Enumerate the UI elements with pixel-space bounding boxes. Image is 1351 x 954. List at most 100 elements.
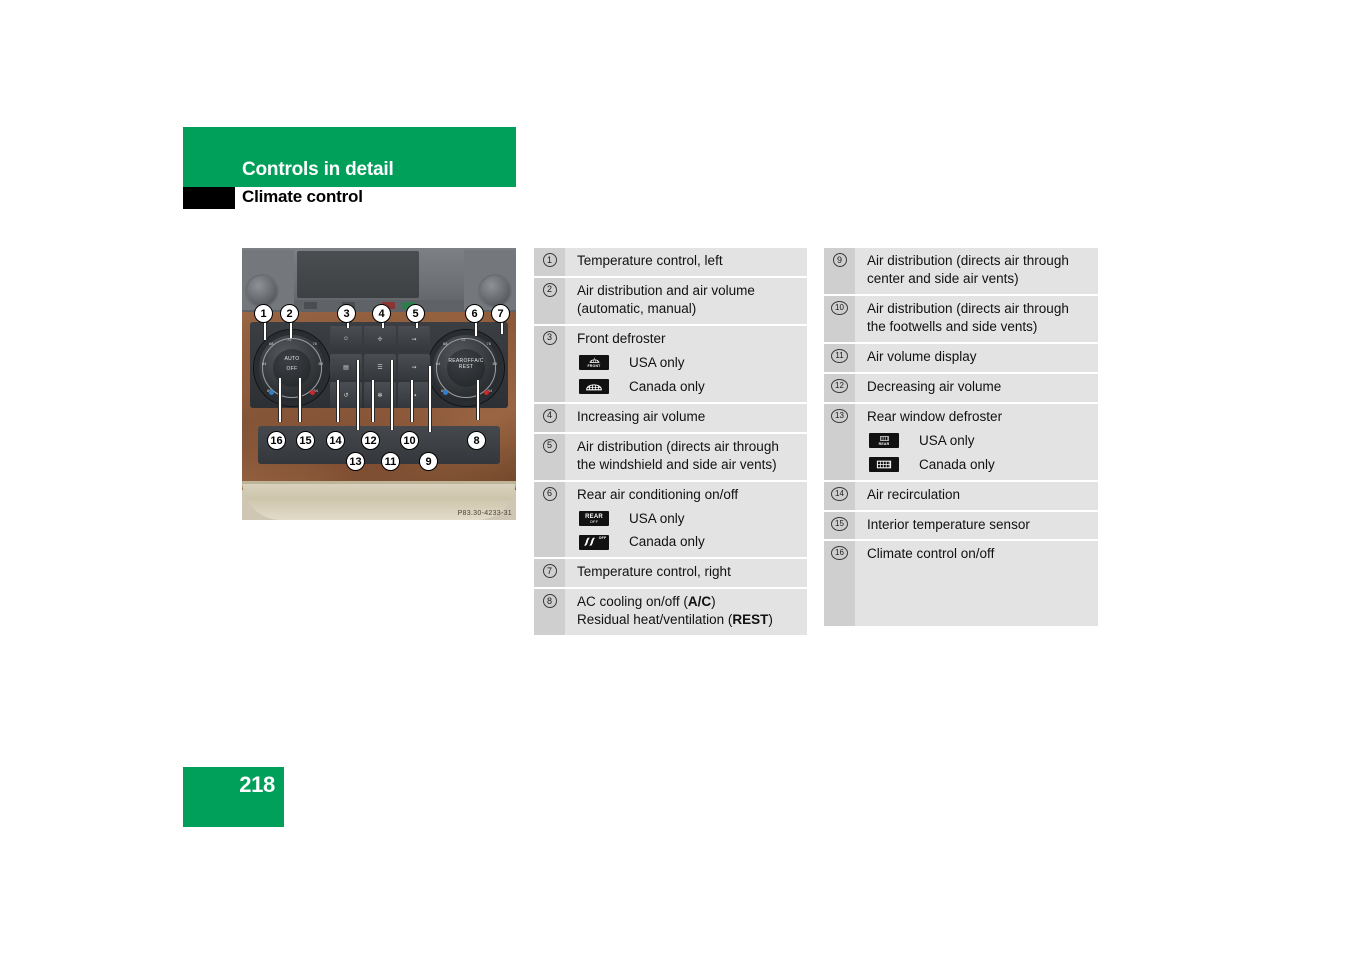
legend-variant: REAR USA only — [867, 432, 1090, 450]
legend-number-cell: 5 — [534, 433, 565, 480]
legend-number: 1 — [542, 253, 557, 267]
callout-6[interactable]: 6 — [465, 304, 484, 323]
legend-line: Air distribution (directs air through — [577, 438, 779, 454]
callout-8[interactable]: 8 — [467, 431, 486, 450]
legend-text-cell: Air volume display — [855, 344, 1098, 372]
legend-line: Climate control on/off — [867, 546, 995, 562]
callout-5[interactable]: 5 — [406, 304, 425, 323]
legend-row: 13 Rear window defroster REAR USA only C… — [824, 403, 1098, 482]
front-defroster-usa-icon: FRONT — [579, 355, 609, 371]
warm-indicator-dot — [310, 390, 315, 395]
center-vent-button-icon: ⇝ — [398, 354, 430, 380]
legend-line: Residual heat/ventilation (REST) — [577, 612, 773, 628]
legend-number: 2 — [542, 282, 557, 297]
callout-1[interactable]: 1 — [254, 304, 273, 323]
legend-number: 8 — [542, 594, 557, 609]
legend-text-cell: Front defroster FRONT USA only Canada on… — [565, 326, 807, 402]
legend-number-cell: 7 — [534, 559, 565, 588]
temperature-knob-right: 68 72 76 64 80 60 84 REAROFFA/CREST — [428, 330, 504, 406]
legend-line: Air distribution (directs air through — [867, 253, 1069, 268]
air-volume-up-button-icon: ✢ — [364, 326, 396, 352]
legend-row: 12 Decreasing air volume — [824, 373, 1098, 404]
legend-row: 7 Temperature control, right — [534, 559, 807, 590]
callout-16[interactable]: 16 — [267, 431, 286, 450]
footwell-vent-button-icon: ⇝ — [398, 382, 430, 408]
legend-number: 6 — [542, 486, 557, 501]
legend-row: 2 Air distribution and air volume (autom… — [534, 277, 807, 326]
rear-defroster-canada-icon — [869, 457, 899, 473]
callout-10[interactable]: 10 — [400, 431, 419, 450]
legend-row: 8 AC cooling on/off (A/C) Residual heat/… — [534, 589, 807, 636]
legend-row: 3 Front defroster FRONT USA only Canada … — [534, 325, 807, 404]
legend-number-cell: 3 — [534, 325, 565, 402]
legend-number: 4 — [542, 408, 557, 423]
page-header: Controls in detail Climate control — [183, 127, 516, 213]
page-number-box: 218 — [183, 767, 284, 827]
rear-ac-canada-icon: OFF — [579, 534, 609, 550]
front-defroster-canada-icon — [579, 379, 609, 395]
climate-control-figure: 68 72 76 64 80 60 84 AUTOOFF 68 72 76 64… — [242, 248, 516, 520]
legend-line: the footwells and side vents) — [867, 318, 1038, 334]
legend-line: Air volume display — [867, 348, 977, 364]
legend-number-cell: 8 — [534, 589, 565, 636]
legend-number: 9 — [832, 253, 847, 267]
cold-indicator-dot-right — [443, 390, 448, 395]
legend-line: the windshield and side air vents) — [577, 456, 777, 472]
legend-line: Decreasing air volume — [867, 378, 1002, 394]
legend-row: 10 Air distribution (directs air through… — [824, 295, 1098, 344]
legend-number: 10 — [831, 300, 848, 315]
legend-row: 6 Rear air conditioning on/off REAR OFF … — [534, 481, 807, 560]
callout-9[interactable]: 9 — [419, 452, 438, 471]
legend-number-cell: 11 — [824, 343, 855, 372]
legend-number: 12 — [831, 378, 848, 393]
windshield-vent-button-icon: ⇝ — [398, 326, 430, 352]
callout-7[interactable]: 7 — [491, 304, 510, 323]
legend-variant: Canada only — [577, 378, 799, 396]
center-display-screen — [297, 251, 419, 298]
callout-15[interactable]: 15 — [296, 431, 315, 450]
right-rotary-knob — [478, 274, 512, 308]
legend-line: Rear air conditioning on/off — [577, 486, 739, 502]
legend-line: (automatic, manual) — [577, 300, 697, 316]
legend-text-cell: Temperature control, right — [565, 559, 807, 587]
radio-chip-1 — [304, 302, 317, 309]
legend-number-cell: 16 — [824, 541, 855, 627]
legend-variant: Canada only — [867, 456, 1090, 474]
legend-variant: REAR OFF USA only — [577, 510, 799, 528]
legend-column-1: 1 Temperature control, left 2 Air distri… — [534, 248, 807, 636]
legend-variant: FRONT USA only — [577, 354, 799, 372]
legend-text-cell: Air distribution (directs air through th… — [565, 434, 807, 480]
warm-indicator-dot-right — [484, 390, 489, 395]
legend-text-cell: Air recirculation — [855, 482, 1098, 510]
callout-13[interactable]: 13 — [346, 452, 365, 471]
callout-11[interactable]: 11 — [381, 452, 400, 471]
legend-number: 7 — [542, 564, 557, 579]
callout-12[interactable]: 12 — [361, 431, 380, 450]
legend-number-cell: 6 — [534, 481, 565, 558]
lower-button-panel — [258, 426, 500, 464]
header-subtitle-row: Climate control — [183, 187, 516, 213]
legend-variant-label: Canada only — [629, 378, 705, 394]
legend-number: 3 — [542, 330, 557, 345]
left-rotary-knob — [245, 274, 279, 308]
legend-line: Interior temperature sensor — [867, 516, 1030, 532]
legend-text-cell: Decreasing air volume — [855, 374, 1098, 402]
header-green-band: Controls in detail — [183, 127, 516, 187]
callout-4[interactable]: 4 — [372, 304, 391, 323]
legend-line: Front defroster — [577, 330, 666, 346]
legend-variant: OFF Canada only — [577, 533, 799, 551]
legend-row: 5 Air distribution (directs air through … — [534, 433, 807, 482]
callout-2[interactable]: 2 — [280, 304, 299, 323]
callout-3[interactable]: 3 — [337, 304, 356, 323]
section-title: Controls in detail — [242, 159, 394, 180]
legend-row: 9 Air distribution (directs air through … — [824, 248, 1098, 296]
temperature-knob-left: 68 72 76 64 80 60 84 AUTOOFF — [254, 330, 330, 406]
callout-14[interactable]: 14 — [326, 431, 345, 450]
legend-number: 15 — [831, 516, 848, 531]
legend-text-cell: Climate control on/off — [855, 541, 1098, 626]
legend-line: Air recirculation — [867, 486, 961, 502]
legend-variant-label: Canada only — [629, 534, 705, 550]
chapter-tab-marker — [183, 187, 235, 209]
legend-row: 4 Increasing air volume — [534, 403, 807, 434]
legend-number-cell: 4 — [534, 403, 565, 432]
